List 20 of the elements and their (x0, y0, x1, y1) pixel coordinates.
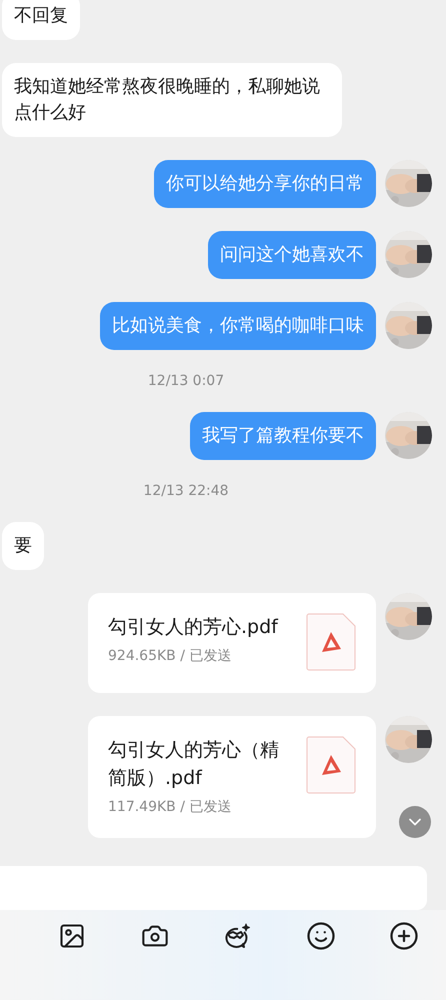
pdf-file-icon (306, 613, 356, 671)
timestamp: 12/13 0:07 (148, 373, 224, 389)
message-bubble: 要 (2, 522, 44, 570)
smiley-icon[interactable] (305, 920, 338, 952)
message-bubble: 比如说美食，你常喝的咖啡口味 (100, 302, 376, 350)
message-bubble: 我知道她经常熬夜很晚睡的，私聊她说点什么好 (2, 63, 342, 137)
message-bubble: 问问这个她喜欢不 (208, 231, 376, 279)
timestamp: 12/13 22:48 (143, 483, 229, 499)
scroll-down-button[interactable] (399, 806, 431, 838)
plus-icon[interactable] (388, 920, 420, 952)
file-meta: 117.49KB / 已发送 (108, 798, 232, 816)
pdf-file-icon (306, 736, 356, 794)
message-bubble: 你可以给她分享你的日常 (154, 160, 376, 208)
message-bubble: 不回复 (2, 0, 80, 40)
file-name: 勾引女人的芳心（精简版）.pdf (108, 738, 280, 791)
file-card[interactable]: 勾引女人的芳心.pdf 924.65KB / 已发送 (88, 593, 376, 693)
file-meta: 924.65KB / 已发送 (108, 647, 232, 665)
message-bubble: 我写了篇教程你要不 (190, 412, 376, 460)
file-name: 勾引女人的芳心.pdf (108, 615, 280, 640)
file-card[interactable]: 勾引女人的芳心（精简版）.pdf 117.49KB / 已发送 (88, 716, 376, 838)
